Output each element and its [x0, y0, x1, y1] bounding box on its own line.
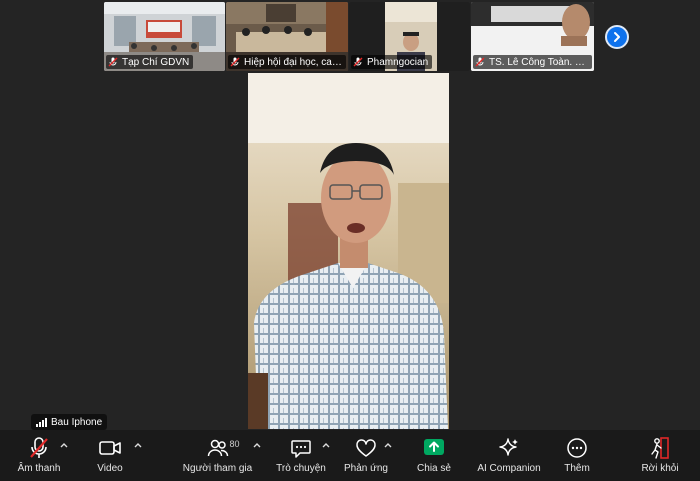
participant-tile[interactable]: Phamngocian: [349, 2, 470, 71]
leave-icon: [651, 437, 669, 459]
share-screen-icon: [424, 439, 444, 455]
participant-label: Tạp Chí GDVN: [106, 55, 194, 69]
active-speaker-name-tag: Bau Iphone: [31, 414, 108, 430]
sparkle-icon: [499, 438, 518, 456]
more-label: Thêm: [564, 463, 590, 474]
thumbnail-strip: Tạp Chí GDVN Hiệp hội đại học, cao ... P…: [104, 2, 594, 71]
audio-options-caret-icon[interactable]: [59, 440, 69, 450]
participant-name: Phamngocian: [367, 56, 429, 68]
heart-icon: [356, 439, 376, 457]
video-camera-icon: [99, 441, 121, 455]
mic-muted-icon: [30, 437, 48, 458]
participant-label: TS. Lê Công Toàn. Trườ...: [473, 55, 592, 69]
signal-strength-icon: [36, 417, 47, 427]
audio-button[interactable]: Âm thanh: [10, 430, 68, 481]
chat-label: Trò chuyện: [276, 463, 326, 474]
active-speaker-video: [248, 73, 449, 429]
participants-button[interactable]: 80 Người tham gia: [180, 430, 255, 481]
chat-button[interactable]: Trò chuyện: [272, 430, 330, 481]
meeting-toolbar: Âm thanh Video 80 Người tham gia Trò chu…: [0, 430, 700, 481]
chevron-right-icon: [614, 32, 620, 42]
participant-name: TS. Lê Công Toàn. Trườ...: [489, 56, 588, 68]
participants-icon: [207, 439, 228, 457]
participant-name: Tạp Chí GDVN: [122, 56, 190, 68]
chat-bubble-icon: [291, 440, 311, 458]
audio-label: Âm thanh: [17, 463, 61, 474]
participant-tile[interactable]: TS. Lê Công Toàn. Trườ...: [471, 2, 594, 71]
participant-name: Hiệp hội đại học, cao ...: [244, 56, 342, 68]
reactions-label: Phản ứng: [344, 463, 388, 474]
video-button[interactable]: Video: [85, 430, 135, 481]
participant-tile[interactable]: Hiệp hội đại học, cao ...: [226, 2, 348, 71]
active-speaker-name: Bau Iphone: [51, 416, 103, 428]
reactions-button[interactable]: Phản ứng: [339, 430, 393, 481]
reactions-options-caret-icon[interactable]: [383, 440, 393, 450]
share-label: Chia sẻ: [417, 463, 451, 474]
more-options-icon: [567, 438, 587, 458]
next-page-button[interactable]: [605, 25, 629, 49]
mic-muted-icon: [475, 57, 485, 67]
speaker-video-frame: [248, 73, 449, 429]
ai-companion-label: AI Companion: [477, 463, 541, 474]
participants-count: 80: [229, 439, 240, 449]
participant-label: Phamngocian: [351, 55, 433, 69]
ai-companion-button[interactable]: AI Companion: [474, 430, 544, 481]
chat-options-caret-icon[interactable]: [321, 440, 331, 450]
share-screen-button[interactable]: Chia sẻ: [412, 430, 456, 481]
video-options-caret-icon[interactable]: [133, 440, 143, 450]
leave-meeting-button[interactable]: Rời khỏi: [638, 430, 682, 481]
participants-options-caret-icon[interactable]: [252, 440, 262, 450]
mic-muted-icon: [353, 57, 363, 67]
participant-label: Hiệp hội đại học, cao ...: [228, 55, 346, 69]
mic-muted-icon: [108, 57, 118, 67]
video-label: Video: [97, 463, 123, 474]
mic-muted-icon: [230, 57, 240, 67]
participants-label: Người tham gia: [182, 463, 253, 474]
more-button[interactable]: Thêm: [557, 430, 597, 481]
participant-tile[interactable]: Tạp Chí GDVN: [104, 2, 225, 71]
leave-label: Rời khỏi: [641, 463, 679, 474]
